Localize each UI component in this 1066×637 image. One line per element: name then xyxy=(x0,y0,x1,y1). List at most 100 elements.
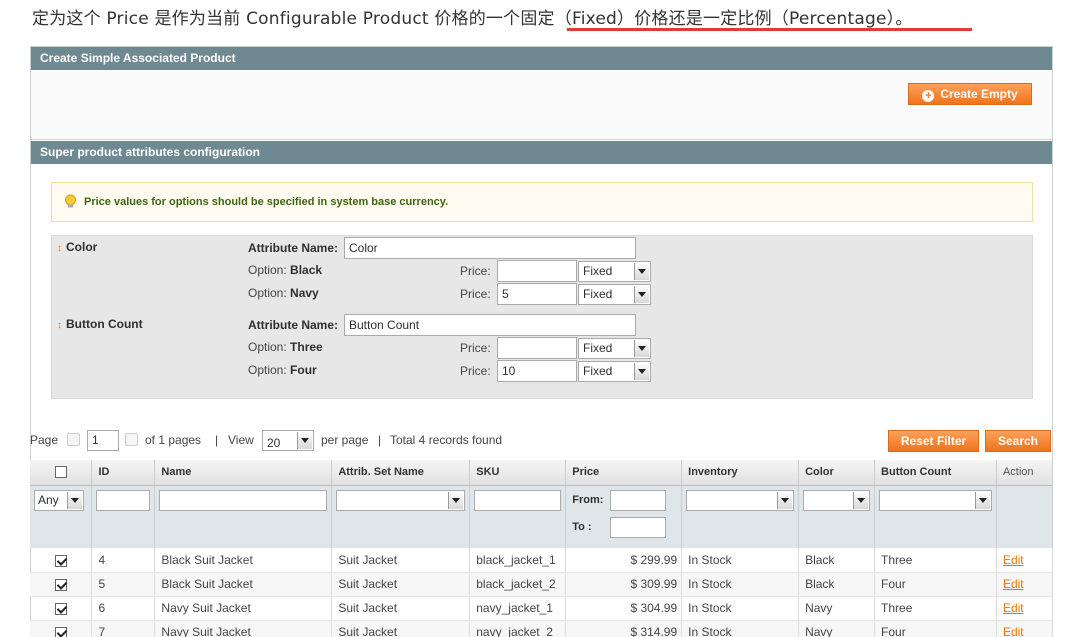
attribute-title-button-count[interactable]: ↕ Button Count xyxy=(57,317,143,331)
total-records-text: Total 4 records found xyxy=(390,433,503,447)
highlight-underline xyxy=(567,28,972,31)
currency-notice: Price values for options should be speci… xyxy=(51,182,1033,222)
create-simple-header: Create Simple Associated Product xyxy=(31,47,1052,70)
cell-inventory: In Stock xyxy=(681,596,800,621)
pager-separator: | xyxy=(378,433,382,447)
create-empty-button[interactable]: + Create Empty xyxy=(908,83,1032,105)
create-simple-body: + Create Empty xyxy=(31,70,1052,140)
drag-sort-icon[interactable]: ↕ xyxy=(57,243,62,254)
filter-sku-input[interactable] xyxy=(474,489,562,511)
chevron-down-icon xyxy=(974,491,990,509)
create-empty-label: Create Empty xyxy=(940,87,1018,101)
column-header-button-count[interactable]: Button Count xyxy=(874,460,997,486)
select-all-checkbox[interactable] xyxy=(54,466,67,479)
attribute-name-label: Attribute Name: xyxy=(248,318,339,332)
cell-id: 5 xyxy=(91,572,156,597)
filter-price-to-input[interactable] xyxy=(610,516,667,538)
search-button[interactable]: Search xyxy=(985,430,1051,452)
column-header-price[interactable]: Price xyxy=(565,460,683,486)
cell-price: $ 304.99 xyxy=(565,596,683,621)
cell-attrib-set: Suit Jacket xyxy=(331,572,471,597)
filter-name-input[interactable] xyxy=(159,489,328,511)
super-attrs-header: Super product attributes configuration xyxy=(31,141,1052,164)
associated-products-grid: ID Name Attrib. Set Name SKU Price Inven… xyxy=(30,460,1054,637)
price-input-three[interactable] xyxy=(497,337,577,359)
price-input-four[interactable]: 10 xyxy=(497,360,577,382)
cell-price: $ 299.99 xyxy=(565,548,683,573)
chevron-down-icon xyxy=(448,491,464,509)
currency-notice-text: Price values for options should be speci… xyxy=(84,196,449,208)
per-page-label: per page xyxy=(321,433,369,447)
prev-page-icon[interactable] xyxy=(67,433,80,446)
price-type-select-black[interactable]: Fixed xyxy=(578,261,651,282)
column-header-name[interactable]: Name xyxy=(154,460,333,486)
edit-link[interactable]: Edit xyxy=(1003,625,1024,637)
cell-sku: black_jacket_2 xyxy=(469,572,567,597)
cell-color: Black xyxy=(798,572,876,597)
per-page-select[interactable]: 20 xyxy=(262,430,314,451)
filter-inventory-select[interactable] xyxy=(686,489,795,511)
table-row[interactable]: 7 Navy Suit Jacket Suit Jacket navy_jack… xyxy=(30,620,1054,637)
attribute-name-input-color[interactable]: Color xyxy=(344,237,636,259)
row-checkbox[interactable] xyxy=(54,602,67,615)
grid-filter-row: Any From: To : xyxy=(30,485,1054,548)
view-label: View xyxy=(228,433,254,447)
chevron-down-icon xyxy=(634,286,649,303)
price-input-navy[interactable]: 5 xyxy=(497,283,577,305)
price-label: Price: xyxy=(460,364,491,378)
page-input[interactable]: 1 xyxy=(87,430,119,451)
attribute-title-color[interactable]: ↕ Color xyxy=(57,240,97,254)
price-type-select-navy[interactable]: Fixed xyxy=(578,284,651,305)
price-label: Price: xyxy=(460,341,491,355)
row-checkbox[interactable] xyxy=(54,554,67,567)
attribute-name-input-button-count[interactable]: Button Count xyxy=(344,314,636,336)
column-header-attrib-set[interactable]: Attrib. Set Name xyxy=(331,460,471,486)
reset-filter-button[interactable]: Reset Filter xyxy=(888,430,979,452)
chevron-down-icon xyxy=(853,491,869,509)
column-header-action: Action xyxy=(996,460,1054,486)
intro-text: 定为这个 Price 是作为当前 Configurable Product 价格… xyxy=(32,4,913,29)
column-header-id[interactable]: ID xyxy=(91,460,156,486)
column-header-color[interactable]: Color xyxy=(798,460,876,486)
cell-button-count: Four xyxy=(874,620,997,637)
filter-in-products-select[interactable]: Any xyxy=(34,489,84,511)
cell-attrib-set: Suit Jacket xyxy=(331,548,471,573)
option-label: Option: Four xyxy=(248,363,317,377)
price-type-select-four[interactable]: Fixed xyxy=(578,361,651,382)
header-select-all[interactable] xyxy=(30,460,93,486)
row-checkbox[interactable] xyxy=(54,578,67,591)
price-input-black[interactable] xyxy=(497,260,577,282)
table-row[interactable]: 4 Black Suit Jacket Suit Jacket black_ja… xyxy=(30,548,1054,573)
filter-color-select[interactable] xyxy=(803,489,871,511)
filter-price-from-input[interactable] xyxy=(610,489,667,511)
cell-sku: black_jacket_1 xyxy=(469,548,567,573)
edit-link[interactable]: Edit xyxy=(1003,577,1024,591)
option-label: Option: Black xyxy=(248,263,323,277)
table-row[interactable]: 6 Navy Suit Jacket Suit Jacket navy_jack… xyxy=(30,596,1054,621)
plus-circle-icon: + xyxy=(922,90,935,102)
edit-link[interactable]: Edit xyxy=(1003,553,1024,567)
cell-id: 6 xyxy=(91,596,156,621)
cell-name: Navy Suit Jacket xyxy=(154,596,333,621)
cell-price: $ 314.99 xyxy=(565,620,683,637)
edit-link[interactable]: Edit xyxy=(1003,601,1024,615)
column-header-sku[interactable]: SKU xyxy=(469,460,567,486)
chevron-down-icon xyxy=(297,432,312,449)
cell-button-count: Three xyxy=(874,548,997,573)
price-label: Price: xyxy=(460,287,491,301)
filter-button-count-select[interactable] xyxy=(879,489,992,511)
price-type-select-three[interactable]: Fixed xyxy=(578,338,651,359)
chevron-down-icon xyxy=(67,491,82,509)
pager-separator: | xyxy=(215,433,219,447)
cell-id: 4 xyxy=(91,548,156,573)
attributes-box: ↕ Color Attribute Name: Color Option: Bla… xyxy=(51,235,1033,399)
drag-sort-icon[interactable]: ↕ xyxy=(57,320,62,331)
table-row[interactable]: 5 Black Suit Jacket Suit Jacket black_ja… xyxy=(30,572,1054,597)
row-checkbox[interactable] xyxy=(54,626,67,637)
column-header-inventory[interactable]: Inventory xyxy=(681,460,800,486)
next-page-icon[interactable] xyxy=(125,433,138,446)
grid-header-row: ID Name Attrib. Set Name SKU Price Inven… xyxy=(30,460,1054,486)
filter-attrib-set-select[interactable] xyxy=(336,489,466,511)
filter-id-input[interactable] xyxy=(96,489,151,511)
create-simple-title: Create Simple Associated Product xyxy=(40,51,236,65)
